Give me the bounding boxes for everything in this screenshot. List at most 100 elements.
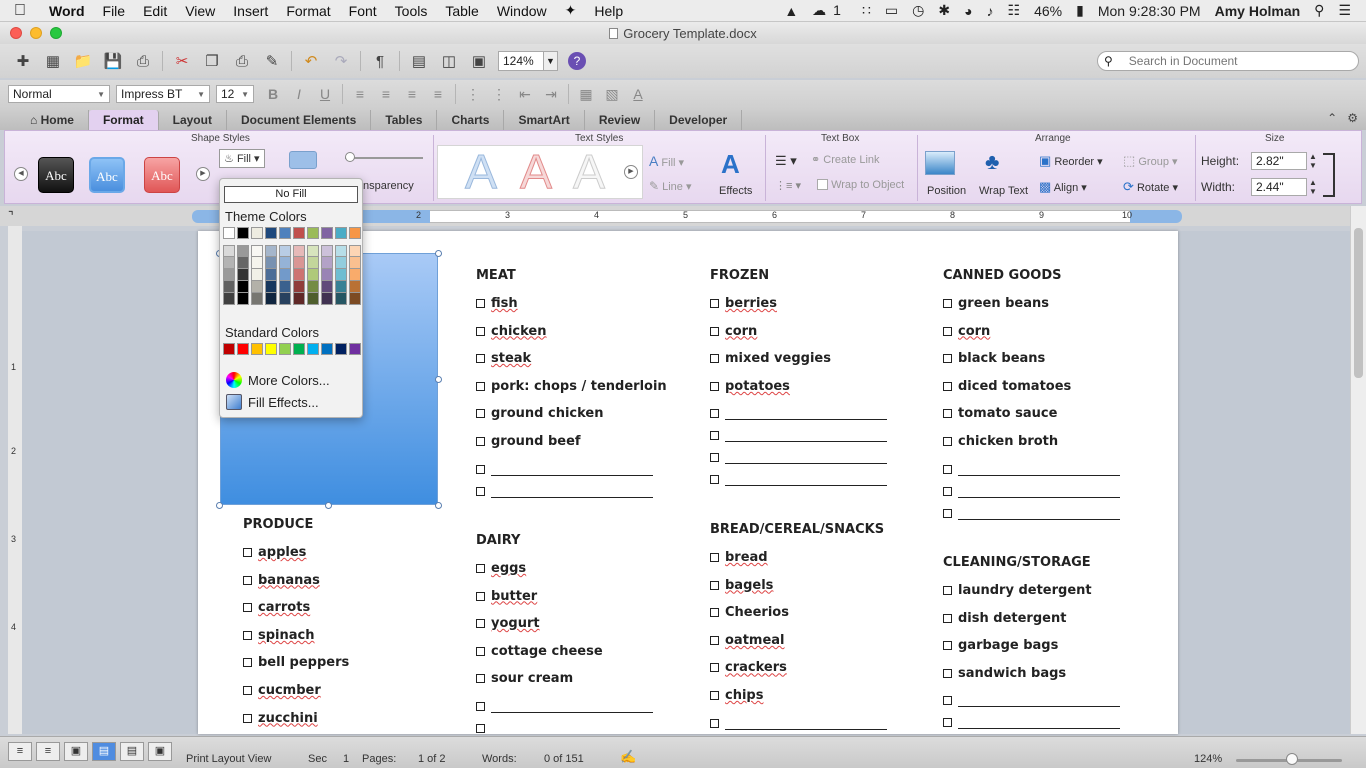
text-fill-button[interactable]: A Fill ▾: [649, 153, 684, 169]
write-in-line[interactable]: [958, 506, 1120, 520]
checkbox-icon[interactable]: [710, 354, 719, 364]
outline-view-icon[interactable]: ≡: [36, 742, 60, 761]
theme-color-shade-swatch[interactable]: [223, 281, 235, 293]
checkbox-icon[interactable]: [710, 299, 719, 308]
resize-handle[interactable]: [325, 502, 332, 509]
tab-developer[interactable]: Developer: [655, 110, 743, 130]
standard-color-swatch[interactable]: [251, 343, 263, 355]
checkbox-icon[interactable]: [943, 464, 952, 474]
checkbox-icon[interactable]: [243, 548, 252, 557]
fill-effects-item[interactable]: Fill Effects...: [226, 394, 319, 410]
cut-icon[interactable]: ✂: [171, 50, 193, 72]
theme-color-shade-swatch[interactable]: [293, 245, 305, 257]
save-icon[interactable]: 💾: [102, 50, 124, 72]
checkbox-icon[interactable]: [243, 658, 252, 668]
more-colors-item[interactable]: More Colors...: [226, 372, 330, 388]
wrap-text-dog-icon[interactable]: ♣: [985, 149, 999, 175]
align-right-icon[interactable]: ≡: [399, 86, 425, 102]
collapse-ribbon-icon[interactable]: ⌃: [1327, 111, 1337, 125]
standard-color-swatch[interactable]: [293, 343, 305, 355]
shape-fill-button[interactable]: ♨ Fill ▾: [219, 149, 265, 168]
checkbox-icon[interactable]: [476, 354, 485, 364]
resize-handle[interactable]: [435, 250, 442, 257]
draft-view-icon[interactable]: ≡: [8, 742, 32, 761]
menu-file[interactable]: File: [94, 3, 135, 19]
checkbox-icon[interactable]: [476, 464, 485, 474]
text-style-white-a-icon[interactable]: A: [572, 145, 605, 200]
list-item[interactable]: butter: [476, 589, 653, 617]
menu-view[interactable]: View: [176, 3, 224, 19]
menu-insert[interactable]: Insert: [224, 3, 277, 19]
list-item[interactable]: bagels: [710, 578, 887, 606]
checkbox-icon[interactable]: [476, 646, 485, 656]
menu-font[interactable]: Font: [340, 3, 386, 19]
print-layout-view-icon[interactable]: ▤: [92, 742, 116, 761]
volume-icon[interactable]: ♪: [980, 3, 1001, 19]
format-painter-icon[interactable]: ✎: [261, 50, 283, 72]
checkbox-icon[interactable]: [710, 326, 719, 336]
theme-color-shade-swatch[interactable]: [265, 257, 277, 269]
checkbox-icon[interactable]: [710, 718, 719, 728]
style-red[interactable]: Abc: [144, 157, 180, 193]
position-label[interactable]: Position: [927, 185, 966, 197]
theme-color-shade-swatch[interactable]: [307, 257, 319, 269]
write-in-line[interactable]: [491, 699, 653, 713]
checkbox-icon[interactable]: [476, 299, 485, 308]
theme-color-shade-swatch[interactable]: [265, 281, 277, 293]
checkbox-icon[interactable]: [943, 486, 952, 496]
bold-icon[interactable]: B: [260, 86, 286, 102]
standard-color-swatch[interactable]: [321, 343, 333, 355]
style-dark[interactable]: Abc: [38, 157, 74, 193]
theme-color-shade-swatch[interactable]: [349, 245, 361, 257]
list-item[interactable]: dish detergent: [943, 611, 1120, 639]
list-item[interactable]: ground beef: [476, 434, 667, 462]
theme-color-shade-swatch[interactable]: [223, 293, 235, 305]
wrap-to-object-checkbox[interactable]: Wrap to Object: [817, 179, 904, 191]
checkbox-icon[interactable]: [476, 436, 485, 446]
style-blue[interactable]: Abc: [89, 157, 125, 193]
resize-handle[interactable]: [216, 502, 223, 509]
checkbox-icon[interactable]: [943, 409, 952, 419]
theme-color-shade-swatch[interactable]: [251, 281, 263, 293]
write-in-line[interactable]: [725, 450, 887, 465]
list-item[interactable]: ground chicken: [476, 406, 667, 434]
theme-color-shade-swatch[interactable]: [251, 257, 263, 269]
theme-color-swatch[interactable]: [251, 227, 263, 239]
checkbox-icon[interactable]: [710, 453, 719, 463]
theme-color-shade-swatch[interactable]: [335, 281, 347, 293]
align-center-icon[interactable]: ≡: [373, 86, 399, 102]
list-item[interactable]: mixed veggies: [710, 351, 887, 379]
list-item[interactable]: crackers: [710, 660, 887, 688]
blank-list-item[interactable]: [943, 715, 1120, 737]
increase-indent-icon[interactable]: ⇥: [538, 86, 564, 103]
list-item[interactable]: fish: [476, 296, 667, 324]
theme-color-swatch[interactable]: [335, 227, 347, 239]
standard-color-swatch[interactable]: [237, 343, 249, 355]
checkbox-icon[interactable]: [710, 580, 719, 590]
blank-list-item[interactable]: [710, 406, 887, 428]
align-left-icon[interactable]: ≡: [347, 86, 373, 102]
notebook-view-icon[interactable]: ▤: [120, 742, 144, 761]
theme-color-shade-swatch[interactable]: [265, 293, 277, 305]
tab-layout[interactable]: Layout: [159, 110, 227, 130]
tab-review[interactable]: Review: [585, 110, 656, 130]
blank-list-item[interactable]: [943, 506, 1120, 528]
borders-icon[interactable]: ▦: [573, 86, 599, 103]
theme-color-shade-swatch[interactable]: [307, 293, 319, 305]
pilcrow-icon[interactable]: ¶: [369, 50, 391, 72]
tab-document-elements[interactable]: Document Elements: [227, 110, 372, 130]
blank-list-item[interactable]: [476, 484, 667, 506]
new-document-icon[interactable]: ✚: [12, 50, 34, 72]
checkbox-icon[interactable]: [943, 696, 952, 706]
checkbox-icon[interactable]: [943, 508, 952, 518]
width-stepper-icon[interactable]: ▲ ▼: [1309, 178, 1317, 196]
checkbox-icon[interactable]: [943, 668, 952, 678]
height-stepper-icon[interactable]: ▲ ▼: [1309, 152, 1317, 170]
menu-tools[interactable]: Tools: [386, 3, 437, 19]
user-name[interactable]: Amy Holman: [1208, 3, 1308, 19]
theme-color-shade-swatch[interactable]: [251, 245, 263, 257]
list-item[interactable]: bell peppers: [243, 655, 349, 683]
list-item[interactable]: sandwich bags: [943, 666, 1120, 694]
checkbox-icon[interactable]: [943, 718, 952, 728]
resize-handle[interactable]: [435, 502, 442, 509]
